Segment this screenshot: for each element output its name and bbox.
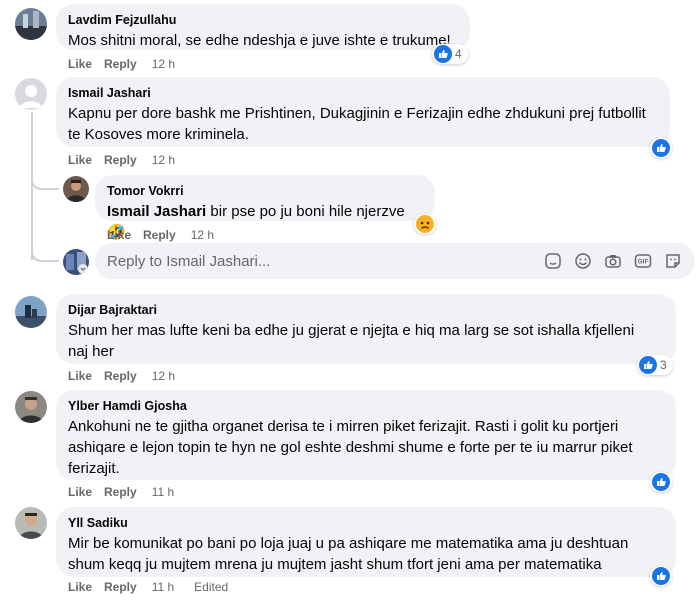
reaction-summary[interactable] bbox=[414, 214, 436, 234]
avatar[interactable] bbox=[15, 78, 47, 110]
comment-text-line: ferizajit. bbox=[68, 460, 120, 477]
like-icon bbox=[652, 473, 670, 491]
comment-bubble: Yll Sadiku Mir be komunikat po bani po l… bbox=[56, 507, 676, 577]
reply-button[interactable]: Reply bbox=[104, 369, 137, 383]
reply-button[interactable]: Reply bbox=[104, 580, 137, 594]
avatar[interactable] bbox=[15, 391, 47, 423]
sticker-icon[interactable] bbox=[539, 247, 567, 275]
comment-author[interactable]: Yll Sadiku bbox=[68, 515, 664, 531]
timestamp[interactable]: 12 h bbox=[191, 228, 214, 242]
avatar[interactable] bbox=[63, 176, 89, 202]
like-button[interactable]: Like bbox=[68, 153, 92, 167]
sad-icon bbox=[416, 215, 434, 233]
reaction-summary[interactable] bbox=[650, 566, 672, 586]
comment-actions: Like Reply 12 h bbox=[68, 369, 175, 383]
like-button[interactable]: Like bbox=[68, 57, 92, 71]
comment-text-line: Kapnu per dore bashk me Prishtinen, Duka… bbox=[68, 105, 646, 122]
comment-text-line: shum keqq ju mujtem mrena ju mujtem jash… bbox=[68, 556, 602, 573]
comment-author[interactable]: Ylber Hamdi Gjosha bbox=[68, 398, 664, 414]
gif-icon[interactable]: GIF bbox=[629, 247, 657, 275]
comment-bubble: Lavdim Fejzullahu Mos shitni moral, se e… bbox=[56, 4, 470, 50]
comment-text: Mos shitni moral, se edhe ndeshja e juve… bbox=[68, 32, 451, 49]
like-icon bbox=[652, 139, 670, 157]
comment-bubble: Tomor Vokrri Ismail Jashari bir pse po j… bbox=[95, 175, 435, 241]
timestamp[interactable]: 11 h bbox=[152, 580, 174, 594]
edited-label[interactable]: Edited bbox=[194, 580, 228, 594]
comment-actions: Like Reply 12 h bbox=[68, 153, 175, 167]
reply-input[interactable] bbox=[95, 252, 535, 270]
comment-bubble: Ismail Jashari Kapnu per dore bashk me P… bbox=[56, 77, 670, 147]
like-icon bbox=[434, 45, 452, 63]
reaction-count: 3 bbox=[660, 358, 667, 372]
comment-actions: Like Reply 12 h bbox=[68, 57, 175, 71]
timestamp[interactable]: 12 h bbox=[152, 369, 175, 383]
camera-icon[interactable] bbox=[599, 247, 627, 275]
avatar[interactable] bbox=[15, 296, 47, 328]
reply-button[interactable]: Reply bbox=[143, 228, 176, 242]
svg-text:GIF: GIF bbox=[638, 259, 649, 266]
thread-connector bbox=[31, 242, 59, 262]
reaction-summary[interactable] bbox=[650, 138, 672, 158]
avatar-sticker-icon[interactable] bbox=[659, 247, 687, 275]
comment-actions: Like Reply 11 h Edited bbox=[68, 580, 228, 594]
reply-button[interactable]: Reply bbox=[104, 485, 137, 499]
reaction-summary[interactable]: 3 bbox=[637, 355, 673, 375]
comment-actions: Like Reply 11 h bbox=[68, 485, 174, 499]
reaction-count: 4 bbox=[455, 47, 462, 61]
comment-text-line: ashiqare e lejon topin te hyn ne gol esh… bbox=[68, 439, 633, 456]
reaction-summary[interactable]: 4 bbox=[432, 44, 468, 64]
timestamp[interactable]: 11 h bbox=[152, 485, 174, 499]
like-button[interactable]: Like bbox=[68, 485, 92, 499]
like-icon bbox=[639, 356, 657, 374]
comment-actions: Like Reply 12 h bbox=[107, 228, 214, 242]
timestamp[interactable]: 12 h bbox=[152, 57, 175, 71]
avatar[interactable] bbox=[15, 8, 47, 40]
comment-author[interactable]: Lavdim Fejzullahu bbox=[68, 12, 458, 28]
comment-bubble: Dijar Bajraktari Shum her mas lufte keni… bbox=[56, 294, 676, 364]
comment-text-line: Shum her mas lufte keni ba edhe ju gjera… bbox=[68, 322, 635, 339]
thread-connector bbox=[31, 170, 59, 190]
like-button[interactable]: Like bbox=[107, 228, 131, 242]
reaction-summary[interactable] bbox=[650, 472, 672, 492]
comment-author[interactable]: Dijar Bajraktari bbox=[68, 302, 664, 318]
comment-text-line: Mir be komunikat po bani po loja juaj u … bbox=[68, 535, 629, 552]
avatar[interactable] bbox=[15, 507, 47, 539]
comment-bubble: Ylber Hamdi Gjosha Ankohuni ne te gjitha… bbox=[56, 390, 676, 480]
reply-composer: GIF bbox=[95, 243, 695, 279]
current-user-avatar[interactable] bbox=[63, 249, 89, 275]
reply-button[interactable]: Reply bbox=[104, 153, 137, 167]
reply-button[interactable]: Reply bbox=[104, 57, 137, 71]
mention-link[interactable]: Ismail Jashari bbox=[107, 203, 206, 220]
timestamp[interactable]: 12 h bbox=[152, 153, 175, 167]
emoji-icon[interactable] bbox=[569, 247, 597, 275]
comment-text-line: te Kosoves more kriminela. bbox=[68, 126, 249, 143]
comment-text-line: naj her bbox=[68, 343, 114, 360]
comment-author[interactable]: Tomor Vokrri bbox=[107, 183, 423, 199]
comment-text-line: Ankohuni ne te gjitha organet derisa te … bbox=[68, 418, 619, 435]
comment-author[interactable]: Ismail Jashari bbox=[68, 85, 658, 101]
like-icon bbox=[652, 567, 670, 585]
like-button[interactable]: Like bbox=[68, 580, 92, 594]
like-button[interactable]: Like bbox=[68, 369, 92, 383]
